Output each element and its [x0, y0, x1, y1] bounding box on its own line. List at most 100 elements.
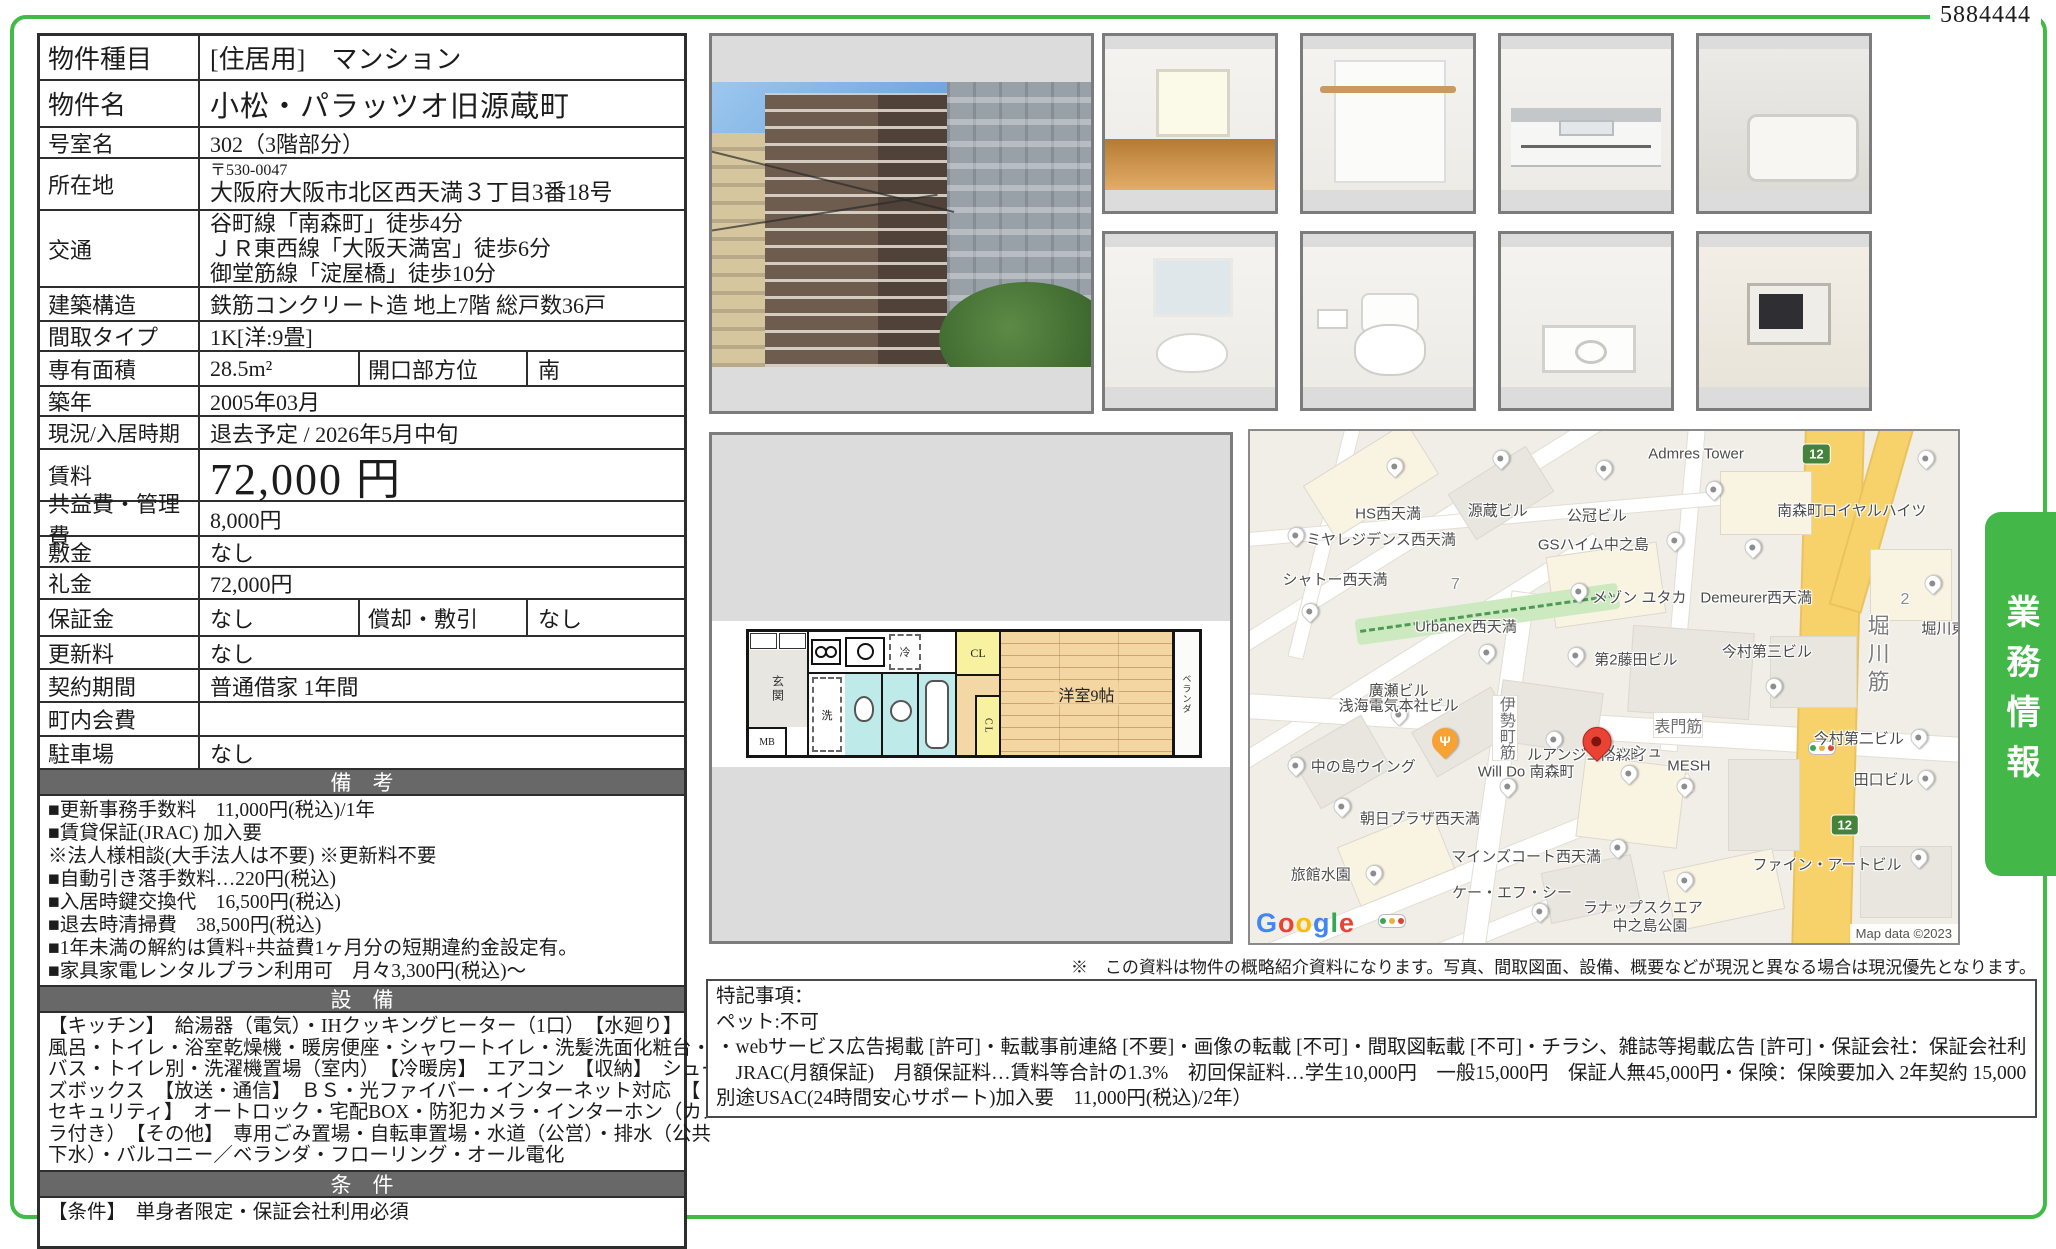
transit-line: 御堂筋線「淀屋橋」徒歩10分	[210, 261, 496, 286]
remark-line: ■退去時清掃費 38,500円(税込)	[48, 914, 676, 937]
rent-value: 72,000 円	[200, 450, 684, 500]
table-row: 町内会費	[40, 703, 684, 737]
photo-kitchen	[1498, 33, 1674, 214]
photo-room-hallway	[1102, 33, 1278, 214]
postal-code: 〒530-0047	[210, 162, 287, 180]
map-label: 源蔵ビル	[1468, 500, 1528, 521]
laundry-label: 洗	[812, 677, 842, 752]
row-label: 号室名	[40, 128, 200, 157]
photo-intercom	[1696, 231, 1872, 411]
special-notes-box: 特記事項： ペット:不可 ・webサービス広告掲載 [許可]・転載事前連絡 [不…	[706, 979, 2037, 1118]
map-label: シャトー西天満	[1282, 569, 1387, 590]
closet-label: CL	[975, 695, 999, 755]
equipment-header: 設 備	[40, 987, 684, 1013]
row-label: 保証金	[40, 600, 200, 635]
remarks-header: 備 考	[40, 770, 684, 796]
map-label: マインズコート西天満	[1451, 845, 1601, 866]
map-pin-icon	[1914, 766, 1938, 790]
map-credit: Map data ©2023	[1850, 924, 1958, 943]
map-pin-icon	[1663, 528, 1687, 552]
building-exterior-image	[712, 82, 1091, 367]
floorplan-main-room: 洋室9帖	[1001, 632, 1172, 755]
map-pin-icon	[1606, 835, 1630, 859]
map-pin-icon	[1475, 641, 1499, 665]
map-label: 堀川筋	[1861, 614, 1893, 698]
map-pin-icon	[1914, 446, 1938, 470]
map-pin-icon	[1673, 869, 1697, 893]
table-row: 更新料 なし	[40, 637, 684, 670]
row-label: 共益費・管理費	[40, 502, 200, 535]
equipment-line: バス・トイレ別・洗濯機置場（室内） 【冷暖房】 エアコン 【収納】 シュー	[48, 1059, 676, 1081]
row-label: 開口部方位	[360, 352, 528, 385]
row-value: 72,000円	[200, 568, 684, 598]
row-label: 間取タイプ	[40, 322, 200, 350]
row-label: 専有面積	[40, 352, 200, 385]
bathtub	[1747, 114, 1858, 182]
table-row: 号室名 302（3階部分）	[40, 128, 684, 159]
conditions-header: 条 件	[40, 1172, 684, 1198]
row-label: 建築構造	[40, 288, 200, 320]
remark-line: ■家具家電レンタルプラン利用可 月々3,300円(税込)～	[48, 960, 676, 983]
equipment-line: 風呂・トイレ・浴室乾燥機・暖房便座・シャワートイレ・洗髪洗面化粧台・	[48, 1038, 676, 1060]
map-label: Will Do 南森町	[1478, 761, 1575, 782]
map-label: Demeurer西天満	[1700, 587, 1812, 608]
photo-bathroom	[1696, 33, 1872, 214]
remark-line: ※法人様相談(大手法人は不要) ※更新料不要	[48, 845, 676, 868]
floorplan-drawing: 玄関 MB 冷 洗 CL CL 洋室9帖 ベランダ	[746, 629, 1202, 758]
washbasin-image	[1105, 247, 1275, 387]
row-value: なし	[200, 600, 360, 635]
map-pin-icon	[1298, 600, 1322, 624]
equipment-line: セキュリティ】 オートロック・宅配BOX・防犯カメラ・インターホン（カメ	[48, 1102, 676, 1124]
laundry-pan	[1542, 325, 1636, 373]
shoe-boxes	[749, 632, 807, 650]
map-label: ミヤレジデンス西天満	[1306, 528, 1456, 549]
row-label: 交通	[40, 211, 200, 286]
map-label: 表門筋	[1654, 713, 1702, 737]
map-label: 南森町ロイヤルハイツ	[1777, 500, 1926, 521]
map-label: ファイン・アートビル	[1752, 853, 1901, 874]
special-note-line: 特記事項：	[716, 984, 2027, 1010]
map-label: GSハイム中之島	[1538, 533, 1649, 554]
window	[1156, 69, 1230, 137]
kitchen-sink	[1559, 120, 1614, 137]
google-logo-letter: o	[1278, 908, 1296, 938]
table-row: 敷金 なし	[40, 537, 684, 568]
map-label: 中之島公園	[1613, 915, 1688, 936]
traffic-light-icon	[1378, 914, 1406, 928]
map-label: メゾン ユタカ	[1592, 587, 1686, 608]
row-label: 現況/入居時期	[40, 417, 200, 448]
table-row: 物件種目 [住居用] マンション	[40, 36, 684, 81]
property-sheet: { "serial": "5884444", "side_tab_label":…	[0, 0, 2056, 1222]
washbasin	[1156, 333, 1228, 373]
remark-line: ■自動引き落手数料…220円(税込)	[48, 868, 676, 891]
floorplan-closet-section: CL CL	[957, 632, 1001, 755]
map-label: 旅館水園	[1291, 863, 1351, 884]
photo-closet	[1300, 33, 1476, 214]
equipment-line: 下水）・バルコニー／ベランダ・フローリング・オール電化	[48, 1145, 676, 1167]
special-note-line: ペット:不可	[716, 1010, 2027, 1036]
row-value: なし	[200, 537, 684, 566]
equipment-line: 【キッチン】 給湯器（電気）・IHクッキングヒーター（1口） 【水廻り】	[48, 1016, 676, 1038]
map-pin-icon	[1567, 579, 1591, 603]
equipment-line: ラ付き） 【その他】 専用ごみ置場・自転車置場・水道（公営）・排水（公共	[48, 1124, 676, 1146]
row-value: [住居用] マンション	[200, 36, 684, 79]
route-badge: 12	[1802, 444, 1830, 465]
kitchen-counter	[1511, 108, 1661, 164]
document-serial-number: 5884444	[1930, 2, 2041, 29]
toilet-bowl	[1354, 324, 1426, 376]
business-info-tab[interactable]: 業務情報	[1985, 512, 2056, 876]
remark-line: ■更新事務手数料 11,000円(税込)/1年	[48, 799, 676, 822]
bath-room	[919, 674, 955, 755]
map-label: 廣瀬ビル	[1369, 679, 1429, 700]
special-note-line: 別途USAC(24時間安心サポート)加入要 11,000円(税込)/2年）	[716, 1086, 2027, 1112]
toilet-image	[1303, 247, 1473, 387]
row-label: 築年	[40, 387, 200, 415]
map-label: 2	[1900, 591, 1909, 609]
photo-building-exterior	[709, 33, 1094, 414]
bathroom-image	[1699, 49, 1869, 190]
map-pois: HS西天満源蔵ビル公冠ビルAdmres Tower南森町ロイヤルハイツミヤレジデ…	[1250, 431, 1958, 943]
row-label: 駐車場	[40, 737, 200, 768]
room-hallway-image	[1105, 49, 1275, 190]
photo-laundry-space	[1498, 231, 1674, 411]
row-value: 302（3階部分）	[200, 128, 684, 157]
